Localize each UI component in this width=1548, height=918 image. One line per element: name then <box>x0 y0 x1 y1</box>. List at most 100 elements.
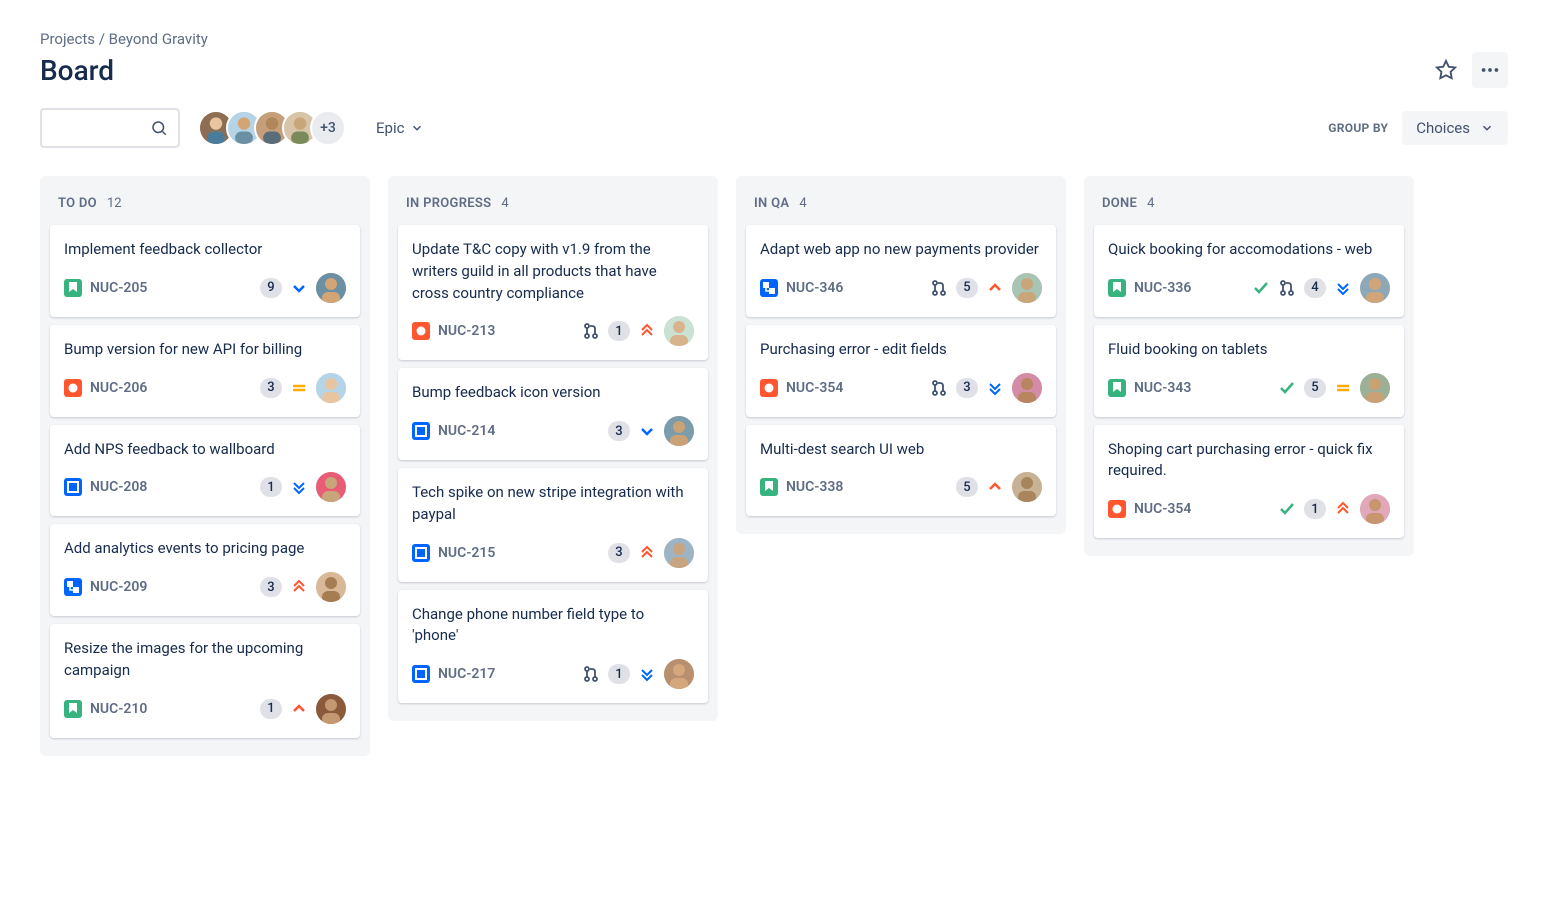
board-column: DONE 4 Quick booking for accomodations -… <box>1084 176 1414 556</box>
breadcrumb: Projects / Beyond Gravity <box>40 30 1508 48</box>
issue-card[interactable]: Bump feedback icon version NUC-214 3 <box>398 368 708 460</box>
issue-card[interactable]: Tech spike on new stripe integration wit… <box>398 468 708 582</box>
card-title: Purchasing error - edit fields <box>760 339 1042 361</box>
ticket-id: NUC-338 <box>786 479 843 495</box>
assignee-avatar[interactable] <box>664 538 694 568</box>
pull-request-icon <box>582 665 600 683</box>
card-title: Adapt web app no new payments provider <box>760 239 1042 261</box>
issue-type-subtask-icon <box>64 578 82 596</box>
assignee-avatar[interactable] <box>664 416 694 446</box>
issue-card[interactable]: Shoping cart purchasing error - quick fi… <box>1094 425 1404 539</box>
issue-type-bug-icon <box>760 379 778 397</box>
issue-type-story-icon <box>64 279 82 297</box>
avatar-more[interactable]: +3 <box>310 110 346 146</box>
search-input[interactable] <box>40 108 180 148</box>
story-points-badge: 3 <box>260 378 282 398</box>
pull-request-icon <box>930 379 948 397</box>
column-header: IN PROGRESS 4 <box>398 186 708 225</box>
column-header: DONE 4 <box>1094 186 1404 225</box>
card-title: Implement feedback collector <box>64 239 346 261</box>
issue-card[interactable]: Quick booking for accomodations - web NU… <box>1094 225 1404 317</box>
page-title: Board <box>40 54 114 87</box>
issue-card[interactable]: Update T&C copy with v1.9 from the write… <box>398 225 708 360</box>
story-points-badge: 3 <box>956 378 978 398</box>
story-points-badge: 1 <box>260 477 282 497</box>
assignee-avatar[interactable] <box>316 373 346 403</box>
priority-highest-icon <box>638 322 656 340</box>
assignee-avatar[interactable] <box>1012 273 1042 303</box>
issue-card[interactable]: Change phone number field type to 'phone… <box>398 590 708 704</box>
column-title: IN QA <box>754 196 789 211</box>
ticket-id: NUC-346 <box>786 280 843 296</box>
assignee-avatar[interactable] <box>664 659 694 689</box>
issue-card[interactable]: Multi-dest search UI web NUC-338 5 <box>746 425 1056 517</box>
assignee-avatar[interactable] <box>316 694 346 724</box>
issue-type-task-icon <box>412 544 430 562</box>
breadcrumb-root[interactable]: Projects <box>40 30 95 48</box>
story-points-badge: 5 <box>956 477 978 497</box>
priority-low-icon <box>638 422 656 440</box>
story-points-badge: 1 <box>1304 499 1326 519</box>
priority-highest-icon <box>638 544 656 562</box>
issue-card[interactable]: Resize the images for the upcoming campa… <box>50 624 360 738</box>
pull-request-icon <box>582 322 600 340</box>
priority-lowest-icon <box>986 379 1004 397</box>
breadcrumb-project[interactable]: Beyond Gravity <box>109 30 208 48</box>
assignee-avatar[interactable] <box>1360 494 1390 524</box>
card-title: Change phone number field type to 'phone… <box>412 604 694 648</box>
assignee-avatar[interactable] <box>664 316 694 346</box>
search-icon <box>150 119 168 137</box>
assignee-avatar[interactable] <box>316 572 346 602</box>
ticket-id: NUC-214 <box>438 423 495 439</box>
star-button[interactable] <box>1428 52 1464 88</box>
column-title: DONE <box>1102 196 1137 211</box>
priority-medium-icon <box>1334 379 1352 397</box>
group-by-select[interactable]: Choices <box>1402 111 1508 145</box>
epic-filter[interactable]: Epic <box>364 111 436 145</box>
priority-high-icon <box>986 478 1004 496</box>
avatar-stack[interactable]: +3 <box>198 110 346 146</box>
priority-low-icon <box>290 279 308 297</box>
ticket-id: NUC-215 <box>438 545 495 561</box>
issue-card[interactable]: Add analytics events to pricing page NUC… <box>50 524 360 616</box>
assignee-avatar[interactable] <box>1012 373 1042 403</box>
ticket-id: NUC-208 <box>90 479 147 495</box>
issue-card[interactable]: Fluid booking on tablets NUC-343 5 <box>1094 325 1404 417</box>
priority-lowest-icon <box>290 478 308 496</box>
ticket-id: NUC-210 <box>90 701 147 717</box>
card-title: Fluid booking on tablets <box>1108 339 1390 361</box>
card-title: Shoping cart purchasing error - quick fi… <box>1108 439 1390 483</box>
story-points-badge: 5 <box>1304 378 1326 398</box>
card-title: Tech spike on new stripe integration wit… <box>412 482 694 526</box>
ticket-id: NUC-336 <box>1134 280 1191 296</box>
issue-type-story-icon <box>760 478 778 496</box>
story-points-badge: 1 <box>608 321 630 341</box>
assignee-avatar[interactable] <box>1012 472 1042 502</box>
assignee-avatar[interactable] <box>316 472 346 502</box>
done-check-icon <box>1252 279 1270 297</box>
group-by-label: GROUP BY <box>1328 121 1388 135</box>
assignee-avatar[interactable] <box>316 273 346 303</box>
issue-card[interactable]: Implement feedback collector NUC-205 9 <box>50 225 360 317</box>
board-column: IN QA 4 Adapt web app no new payments pr… <box>736 176 1066 534</box>
story-points-badge: 3 <box>608 543 630 563</box>
ticket-id: NUC-206 <box>90 380 147 396</box>
issue-type-task-icon <box>412 665 430 683</box>
issue-card[interactable]: Add NPS feedback to wallboard NUC-208 1 <box>50 425 360 517</box>
card-title: Bump version for new API for billing <box>64 339 346 361</box>
more-button[interactable] <box>1472 52 1508 88</box>
pull-request-icon <box>1278 279 1296 297</box>
issue-card[interactable]: Adapt web app no new payments provider N… <box>746 225 1056 317</box>
story-points-badge: 3 <box>608 421 630 441</box>
issue-card[interactable]: Bump version for new API for billing NUC… <box>50 325 360 417</box>
assignee-avatar[interactable] <box>1360 273 1390 303</box>
board-column: IN PROGRESS 4 Update T&C copy with v1.9 … <box>388 176 718 721</box>
card-title: Quick booking for accomodations - web <box>1108 239 1390 261</box>
assignee-avatar[interactable] <box>1360 373 1390 403</box>
chevron-down-icon <box>1480 121 1494 135</box>
issue-card[interactable]: Purchasing error - edit fields NUC-354 3 <box>746 325 1056 417</box>
issue-type-story-icon <box>64 700 82 718</box>
story-points-badge: 1 <box>608 664 630 684</box>
pull-request-icon <box>930 279 948 297</box>
issue-type-bug-icon <box>412 322 430 340</box>
